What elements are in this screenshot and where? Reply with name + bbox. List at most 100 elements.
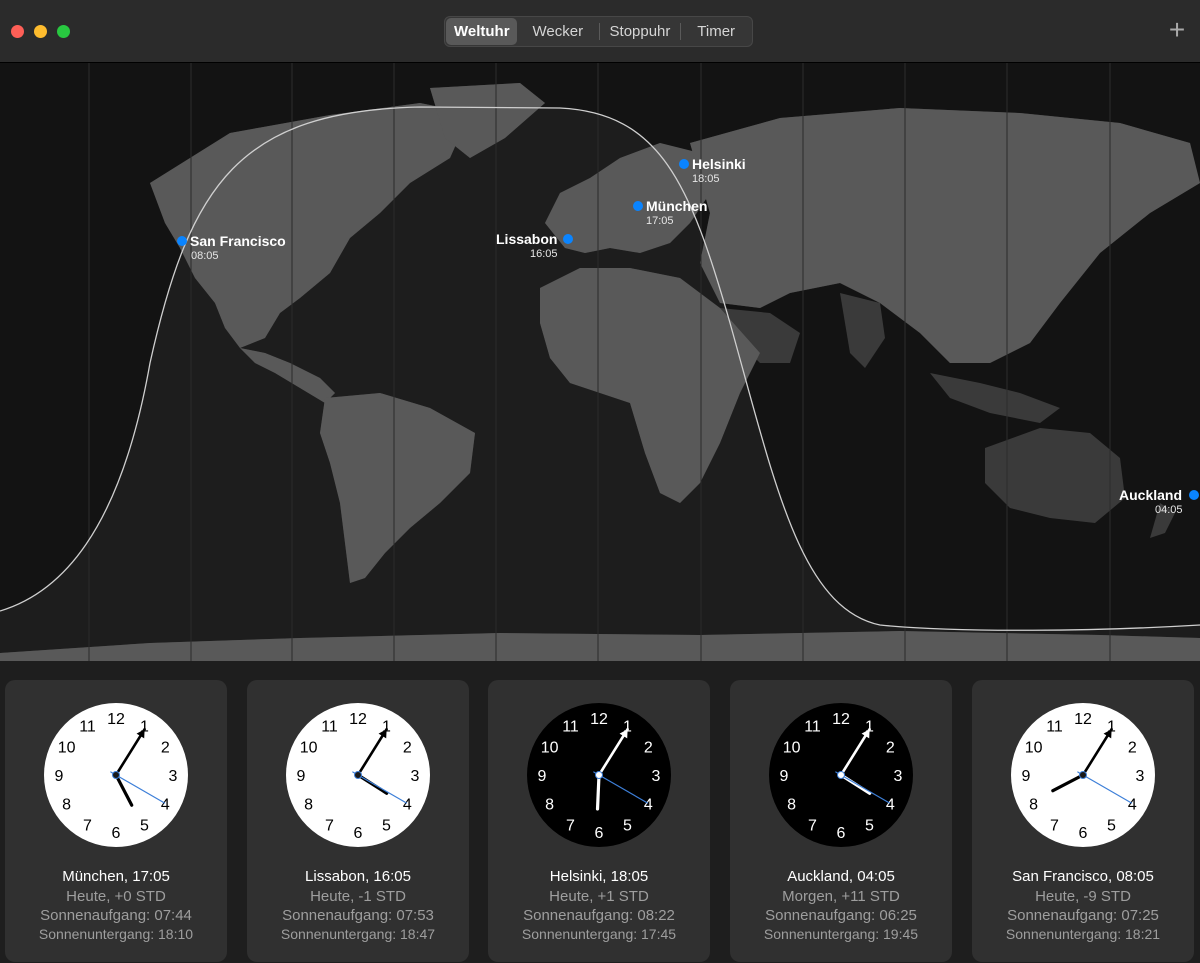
clock-center-pin bbox=[595, 771, 603, 779]
plus-icon: + bbox=[1168, 14, 1186, 45]
city-name: Lissabon bbox=[496, 231, 558, 247]
clock-number: 8 bbox=[545, 797, 554, 814]
analog-clock-icon: 12 1234567891011 bbox=[527, 703, 671, 847]
location-dot-icon bbox=[563, 234, 573, 244]
location-dot-icon bbox=[1189, 490, 1199, 500]
world-map[interactable]: San Francisco 08:05 Lissabon 16:05 Münch… bbox=[0, 63, 1200, 661]
clock-day-offset: Heute, -9 STD bbox=[1035, 888, 1131, 905]
city-time: 18:05 bbox=[692, 173, 720, 185]
clock-number: 11 bbox=[562, 719, 579, 736]
clock-number: 6 bbox=[112, 825, 121, 842]
toolbar: Weltuhr Wecker Stoppuhr Timer + bbox=[0, 0, 1200, 63]
tab-wecker[interactable]: Wecker bbox=[517, 18, 599, 45]
city-time: 16:05 bbox=[530, 248, 558, 260]
location-dot-icon bbox=[177, 236, 187, 246]
add-city-button[interactable]: + bbox=[1164, 16, 1190, 46]
clock-number: 12 bbox=[1074, 711, 1092, 728]
clock-number: 9 bbox=[55, 768, 64, 785]
clock-card-lissabon[interactable]: 12 1 2 3 4 5 6 7 8 9 10 11 Lissabon, 16:05 Heute, -… bbox=[247, 680, 469, 962]
clock-day-offset: Heute, +0 STD bbox=[66, 888, 166, 905]
tab-timer[interactable]: Timer bbox=[681, 18, 751, 45]
clock-sunrise: Sonnenaufgang: 08:22 bbox=[523, 907, 675, 924]
clock-sunrise: Sonnenaufgang: 07:44 bbox=[40, 907, 192, 924]
clock-number: 12 bbox=[107, 711, 125, 728]
clock-card-san-francisco[interactable]: 12 1 2 3 4 5 6 7 8 9 10 11 San Francisco, 08:05 Heu… bbox=[972, 680, 1194, 962]
clock-number: 3 bbox=[652, 768, 661, 785]
clock-number: 6 bbox=[837, 825, 846, 842]
clock-center-pin bbox=[112, 771, 120, 779]
clock-number: 2 bbox=[1128, 740, 1137, 757]
clock-number: 7 bbox=[566, 817, 575, 834]
clock-card-helsinki[interactable]: 12 1 2 3 4 5 6 7 8 9 10 11 Helsinki, 18:05 Heute, +… bbox=[488, 680, 710, 962]
analog-clock-icon: 12 1234567891011 bbox=[769, 703, 913, 847]
clock-number: 9 bbox=[1022, 768, 1031, 785]
minimize-window-button[interactable] bbox=[34, 25, 47, 38]
clock-app-window: Weltuhr Wecker Stoppuhr Timer + San Fran… bbox=[0, 0, 1200, 963]
clock-number: 11 bbox=[321, 719, 338, 736]
location-dot-icon bbox=[679, 159, 689, 169]
clock-number: 4 bbox=[644, 797, 653, 814]
city-time: 17:05 bbox=[646, 215, 674, 227]
clock-number: 11 bbox=[1046, 719, 1063, 736]
clock-title: Auckland, 04:05 bbox=[787, 868, 895, 885]
clock-number: 6 bbox=[1079, 825, 1088, 842]
clock-card-muenchen[interactable]: 12 1 2 3 4 5 6 7 8 9 10 11 München, 17:05 Heute, +0… bbox=[5, 680, 227, 962]
clock-day-offset: Heute, +1 STD bbox=[549, 888, 649, 905]
clock-title: Lissabon, 16:05 bbox=[305, 868, 411, 885]
world-map-graphic bbox=[0, 63, 1200, 661]
city-name: München bbox=[646, 198, 708, 214]
clock-number: 2 bbox=[161, 740, 170, 757]
clock-card-auckland[interactable]: 12 1 2 3 4 5 6 7 8 9 10 11 Auckland, 04:05 Morgen, … bbox=[730, 680, 952, 962]
tab-bar: Weltuhr Wecker Stoppuhr Timer bbox=[444, 16, 753, 47]
clock-number: 6 bbox=[354, 825, 363, 842]
clock-number: 2 bbox=[886, 740, 895, 757]
clock-sunrise: Sonnenaufgang: 07:25 bbox=[1007, 907, 1159, 924]
clock-number: 10 bbox=[541, 740, 559, 757]
clock-number: 3 bbox=[1136, 768, 1145, 785]
clock-number: 9 bbox=[297, 768, 306, 785]
clock-number: 8 bbox=[304, 797, 313, 814]
clock-number: 7 bbox=[808, 817, 817, 834]
clock-title: Helsinki, 18:05 bbox=[549, 868, 649, 885]
city-time: 04:05 bbox=[1155, 504, 1183, 516]
clock-number: 3 bbox=[169, 768, 178, 785]
city-time: 08:05 bbox=[191, 250, 219, 262]
clock-sunset: Sonnenuntergang: 18:47 bbox=[280, 926, 436, 942]
city-name: San Francisco bbox=[190, 233, 286, 249]
clock-number: 9 bbox=[538, 768, 547, 785]
clock-sunset: Sonnenuntergang: 18:10 bbox=[38, 926, 194, 942]
clock-number: 8 bbox=[787, 797, 796, 814]
close-window-button[interactable] bbox=[11, 25, 24, 38]
clock-number: 7 bbox=[83, 817, 92, 834]
city-name: Helsinki bbox=[692, 156, 746, 172]
fullscreen-window-button[interactable] bbox=[57, 25, 70, 38]
clock-number: 6 bbox=[595, 825, 604, 842]
clock-number: 2 bbox=[403, 740, 412, 757]
clock-title: San Francisco, 08:05 bbox=[1012, 868, 1154, 885]
analog-clock-icon: 12 1234567891011 bbox=[1011, 703, 1155, 847]
location-dot-icon bbox=[633, 201, 643, 211]
clock-number: 11 bbox=[804, 719, 821, 736]
clock-number: 5 bbox=[865, 817, 874, 834]
tab-weltuhr[interactable]: Weltuhr bbox=[446, 18, 517, 45]
clock-number: 5 bbox=[140, 817, 149, 834]
clock-number: 4 bbox=[886, 797, 895, 814]
clock-number: 7 bbox=[1050, 817, 1059, 834]
clock-center-pin bbox=[1079, 771, 1087, 779]
clock-number: 7 bbox=[325, 817, 334, 834]
clock-sunrise: Sonnenaufgang: 07:53 bbox=[282, 907, 434, 924]
clock-day-offset: Heute, -1 STD bbox=[310, 888, 406, 905]
clock-number: 4 bbox=[1128, 797, 1137, 814]
city-name: Auckland bbox=[1119, 487, 1183, 503]
clock-number: 12 bbox=[349, 711, 367, 728]
tab-stoppuhr[interactable]: Stoppuhr bbox=[600, 18, 681, 45]
clock-center-pin bbox=[837, 771, 845, 779]
clock-number: 9 bbox=[780, 768, 789, 785]
clock-number: 12 bbox=[832, 711, 850, 728]
clock-number: 10 bbox=[1025, 740, 1043, 757]
analog-clock-icon: 12 1234567891011 bbox=[44, 703, 188, 847]
clock-number: 8 bbox=[1029, 797, 1038, 814]
clock-center-pin bbox=[354, 771, 362, 779]
clock-number: 5 bbox=[1107, 817, 1116, 834]
clock-number: 5 bbox=[382, 817, 391, 834]
